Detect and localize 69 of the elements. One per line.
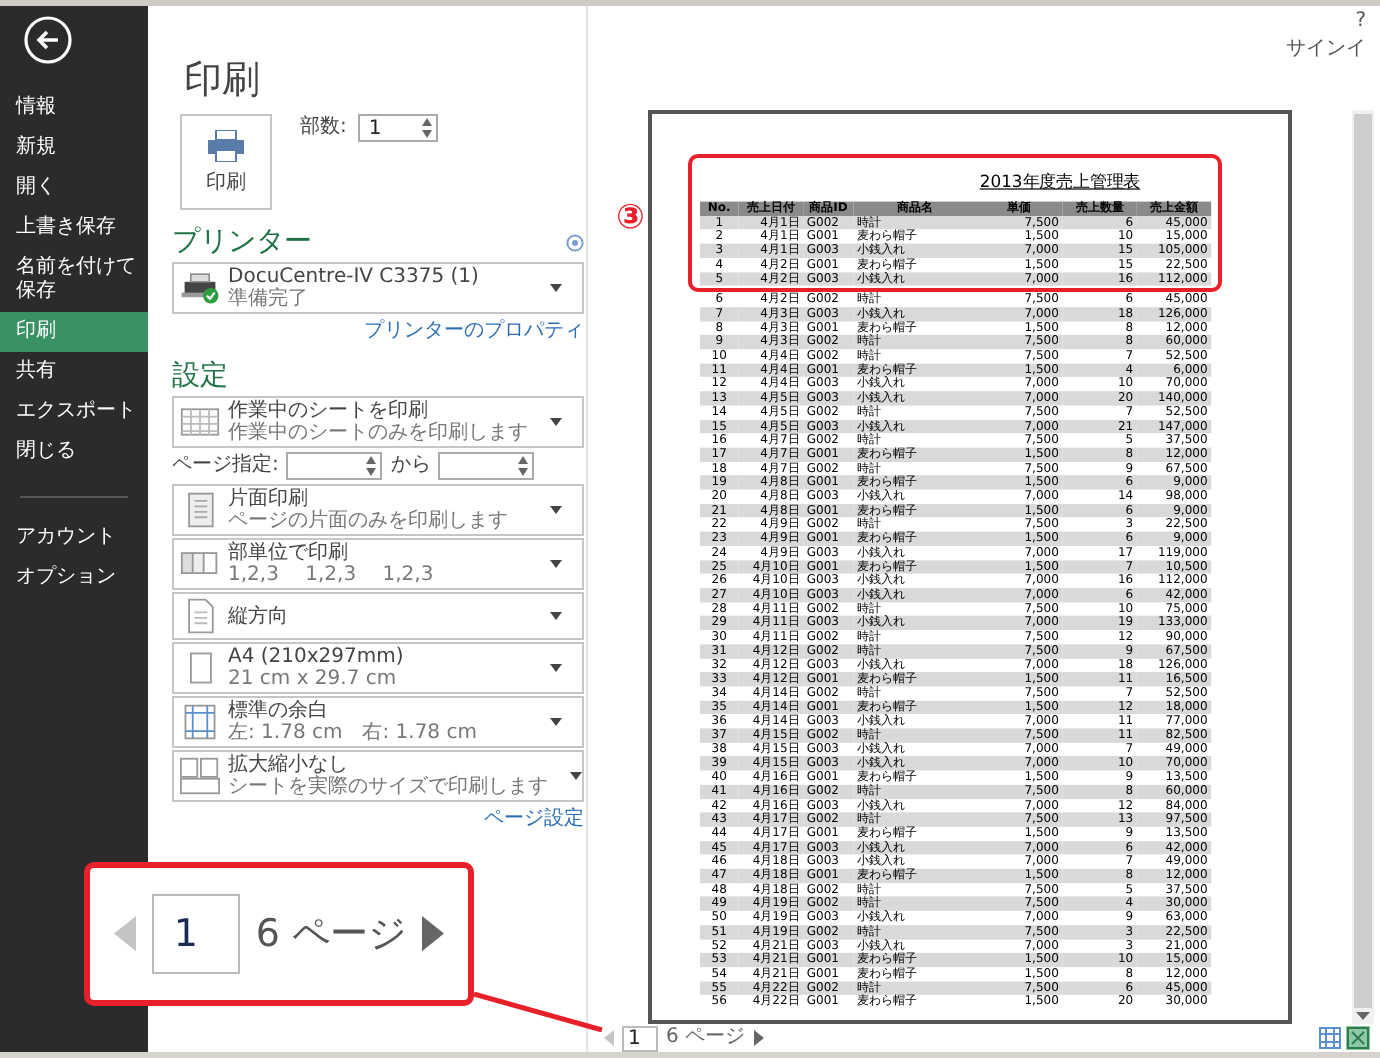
copies-label: 部数: xyxy=(300,116,347,140)
spinner-arrows-icon[interactable] xyxy=(366,456,377,476)
option-title: 部単位で印刷 xyxy=(228,542,350,564)
page-number-field[interactable]: 1 xyxy=(151,894,240,974)
settings-dropdown[interactable]: 片面印刷 ページの片面のみを印刷します xyxy=(172,484,584,536)
print-button[interactable]: 印刷 xyxy=(180,114,272,210)
page-setup-link[interactable]: ページ設定 xyxy=(484,808,584,830)
sheet-grid-icon xyxy=(180,402,220,442)
printer-dropdown[interactable]: DocuCentre-IV C3375 (1) 準備完了 xyxy=(172,262,584,314)
printer-status: 準備完了 xyxy=(228,288,310,310)
next-page-icon[interactable] xyxy=(422,916,445,952)
spinner-arrows-icon[interactable] xyxy=(518,456,529,476)
zoom-to-page-icon[interactable] xyxy=(1346,1026,1370,1050)
option-title: A4 (210x297mm) xyxy=(228,646,406,668)
page-number-field[interactable]: 1 xyxy=(622,1025,658,1051)
page-from-field[interactable] xyxy=(286,452,383,480)
option-title: 縦方向 xyxy=(228,605,290,627)
settings-dropdown[interactable]: 作業中のシートを印刷 作業中のシートのみを印刷します xyxy=(172,396,584,448)
section-heading: 設定 xyxy=(172,360,228,392)
show-margins-icon[interactable] xyxy=(1318,1026,1342,1050)
info-icon[interactable] xyxy=(566,233,584,251)
settings-dropdown[interactable]: 拡大縮小なし シートを実際のサイズで印刷します xyxy=(172,750,584,802)
spinner-arrows-icon[interactable] xyxy=(422,118,433,138)
settings-dropdown[interactable]: 標準の余白 左: 1.78 cm 右: 1.78 cm xyxy=(172,696,584,748)
option-detail: シートを実際のサイズで印刷します xyxy=(228,776,548,798)
section-heading: プリンター xyxy=(172,226,312,258)
down-arrow-icon[interactable] xyxy=(1356,1008,1370,1024)
page-count: 6 ページ xyxy=(255,912,407,956)
menu-item[interactable]: 名前を付けて保存 xyxy=(0,248,148,312)
next-page-icon[interactable] xyxy=(753,1030,764,1046)
option-detail: 作業中のシートのみを印刷します xyxy=(228,422,528,444)
option-detail: 1,2,3 1,2,3 1,2,3 xyxy=(228,564,436,586)
menu-item[interactable]: アカウント xyxy=(0,518,148,558)
scrollbar-thumb[interactable] xyxy=(1354,114,1372,1008)
menu-item[interactable]: 印刷 xyxy=(0,312,148,352)
sign-in-link[interactable]: サインイ xyxy=(1286,38,1366,62)
menu-item[interactable]: 共有 xyxy=(0,352,148,392)
option-detail: 左: 1.78 cm 右: 1.78 cm xyxy=(228,722,479,744)
page-title: 印刷 xyxy=(184,58,262,102)
pages-icon xyxy=(180,756,220,796)
menu-item[interactable]: 新規 xyxy=(0,128,148,168)
option-detail: 21 cm x 29.7 cm xyxy=(228,668,399,690)
menu-item[interactable]: 閉じる xyxy=(0,432,148,472)
menu-item[interactable]: 上書き保存 xyxy=(0,208,148,248)
option-title: 片面印刷 xyxy=(228,488,309,510)
copies-field[interactable]: 1 xyxy=(358,114,439,142)
option-title: 作業中のシートを印刷 xyxy=(228,400,429,422)
settings-dropdown[interactable]: 部単位で印刷 1,2,3 1,2,3 1,2,3 xyxy=(172,538,584,590)
scrollbar[interactable] xyxy=(1352,110,1374,1024)
page-to-field[interactable] xyxy=(438,452,535,480)
menu-item[interactable]: 開く xyxy=(0,168,148,208)
printer-name: DocuCentre-IV C3375 (1) xyxy=(228,266,481,288)
field-label: から xyxy=(390,454,431,478)
option-title: 標準の余白 xyxy=(228,700,330,722)
settings-dropdown[interactable]: 縦方向 xyxy=(172,592,584,640)
menu-item[interactable]: 情報 xyxy=(0,88,148,128)
document-title: 2013年度売上管理表 xyxy=(977,172,1143,192)
help-button[interactable]: ? xyxy=(1355,10,1366,34)
printer-icon xyxy=(180,268,220,308)
menu-item[interactable]: オプション xyxy=(0,558,148,598)
printer-icon xyxy=(206,129,246,161)
option-detail: ページの片面のみを印刷します xyxy=(228,510,510,532)
printer-properties-link[interactable]: プリンターのプロパティ xyxy=(364,320,584,342)
option-title: 拡大縮小なし xyxy=(228,754,350,776)
menu-item[interactable]: エクスポート xyxy=(0,392,148,432)
field-label: ページ指定: xyxy=(172,454,279,478)
page-count: 6 ページ xyxy=(666,1026,746,1050)
settings-dropdown[interactable]: A4 (210x297mm) 21 cm x 29.7 cm xyxy=(172,642,584,694)
margins-icon xyxy=(180,702,220,742)
